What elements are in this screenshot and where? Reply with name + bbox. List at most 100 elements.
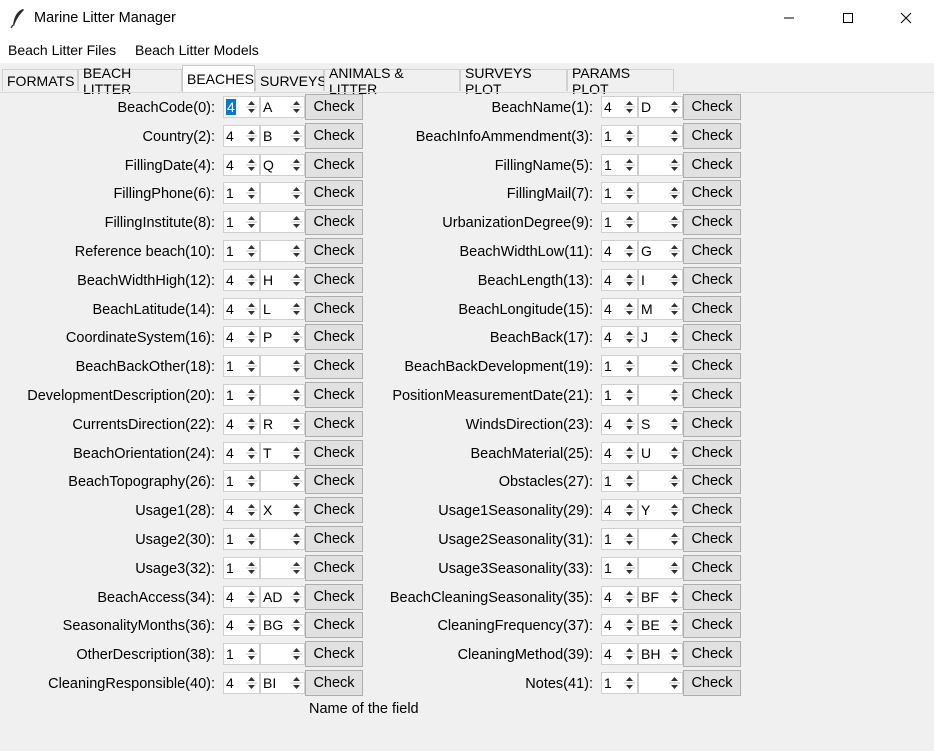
spin-arrows-icon[interactable]: [668, 559, 681, 577]
check-button[interactable]: Check: [683, 353, 741, 380]
row-number-spinbox[interactable]: 4: [601, 499, 638, 522]
spin-arrows-icon[interactable]: [623, 386, 636, 404]
tab-animals-litter[interactable]: ANIMALS & LITTER: [324, 65, 460, 97]
spin-arrows-icon[interactable]: [623, 501, 636, 519]
check-button[interactable]: Check: [683, 382, 741, 408]
row-number-spinbox[interactable]: 1: [601, 672, 638, 694]
column-letter-spinbox[interactable]: D: [638, 96, 683, 118]
check-button[interactable]: Check: [683, 554, 741, 581]
row-number-spinbox[interactable]: 4: [601, 441, 638, 464]
row-number-spinbox[interactable]: 4: [601, 240, 638, 262]
column-letter-spinbox[interactable]: [638, 384, 683, 406]
row-number-spinbox[interactable]: 1: [601, 124, 638, 147]
spin-arrows-icon[interactable]: [623, 328, 636, 346]
check-button[interactable]: Check: [683, 439, 741, 466]
spin-arrows-icon[interactable]: [668, 386, 681, 404]
row-number-spinbox[interactable]: 4: [601, 326, 638, 349]
spin-arrows-icon[interactable]: [623, 588, 636, 606]
column-letter-spinbox[interactable]: BH: [638, 643, 683, 666]
spin-arrows-icon[interactable]: [668, 328, 681, 346]
column-letter-spinbox[interactable]: [638, 470, 683, 493]
column-letter-spinbox[interactable]: J: [638, 326, 683, 349]
tab-params-plot[interactable]: PARAMS PLOT: [567, 65, 674, 97]
spin-arrows-icon[interactable]: [623, 674, 636, 692]
row-number-spinbox[interactable]: 4: [601, 297, 638, 320]
spin-arrows-icon[interactable]: [623, 184, 636, 202]
column-letter-spinbox[interactable]: U: [638, 441, 683, 464]
row-number-spinbox[interactable]: 1: [601, 211, 638, 234]
column-letter-spinbox[interactable]: [638, 528, 683, 550]
spin-arrows-icon[interactable]: [623, 98, 636, 116]
tab-beach-litter[interactable]: BEACH LITTER: [78, 65, 182, 97]
row-number-spinbox[interactable]: 1: [601, 355, 638, 378]
column-letter-spinbox[interactable]: M: [638, 297, 683, 320]
column-letter-spinbox[interactable]: [638, 672, 683, 694]
row-number-spinbox[interactable]: 1: [601, 528, 638, 550]
row-number-spinbox[interactable]: 1: [601, 384, 638, 406]
check-button[interactable]: Check: [683, 209, 741, 236]
spin-arrows-icon[interactable]: [668, 501, 681, 519]
row-number-spinbox[interactable]: 1: [601, 470, 638, 493]
column-letter-spinbox[interactable]: [638, 556, 683, 579]
row-number-spinbox[interactable]: 4: [601, 585, 638, 608]
row-number-spinbox[interactable]: 1: [601, 182, 638, 205]
check-button[interactable]: Check: [683, 612, 741, 639]
spin-arrows-icon[interactable]: [668, 444, 681, 462]
check-button[interactable]: Check: [683, 324, 741, 351]
maximize-button[interactable]: [819, 0, 877, 37]
spin-arrows-icon[interactable]: [623, 127, 636, 145]
column-letter-spinbox[interactable]: S: [638, 412, 683, 435]
spin-arrows-icon[interactable]: [668, 271, 681, 289]
check-button[interactable]: Check: [683, 295, 741, 322]
spin-arrows-icon[interactable]: [668, 415, 681, 433]
spin-arrows-icon[interactable]: [623, 156, 636, 174]
spin-arrows-icon[interactable]: [623, 213, 636, 231]
column-letter-spinbox[interactable]: [638, 124, 683, 147]
menu-beach-litter-models[interactable]: Beach Litter Models: [135, 42, 259, 58]
spin-arrows-icon[interactable]: [623, 300, 636, 318]
close-button[interactable]: [877, 0, 934, 37]
check-button[interactable]: Check: [683, 122, 741, 149]
check-button[interactable]: Check: [683, 497, 741, 524]
spin-arrows-icon[interactable]: [668, 127, 681, 145]
check-button[interactable]: Check: [683, 94, 741, 120]
spin-arrows-icon[interactable]: [668, 616, 681, 634]
tab-beaches[interactable]: BEACHES: [182, 65, 255, 92]
spin-arrows-icon[interactable]: [668, 242, 681, 260]
check-button[interactable]: Check: [683, 583, 741, 610]
spin-arrows-icon[interactable]: [623, 530, 636, 548]
minimize-button[interactable]: [760, 0, 818, 37]
column-letter-spinbox[interactable]: [638, 211, 683, 234]
column-letter-spinbox[interactable]: Y: [638, 499, 683, 522]
row-number-spinbox[interactable]: 4: [601, 643, 638, 666]
check-button[interactable]: Check: [683, 266, 741, 293]
column-letter-spinbox[interactable]: [638, 182, 683, 205]
spin-arrows-icon[interactable]: [623, 472, 636, 490]
spin-arrows-icon[interactable]: [623, 271, 636, 289]
check-button[interactable]: Check: [683, 468, 741, 495]
spin-arrows-icon[interactable]: [623, 444, 636, 462]
tab-surveys[interactable]: SURVEYS: [255, 69, 327, 91]
row-number-spinbox[interactable]: 4: [601, 268, 638, 291]
check-button[interactable]: Check: [683, 526, 741, 552]
spin-arrows-icon[interactable]: [668, 588, 681, 606]
spin-arrows-icon[interactable]: [668, 156, 681, 174]
column-letter-spinbox[interactable]: G: [638, 240, 683, 262]
check-button[interactable]: Check: [683, 670, 741, 696]
spin-arrows-icon[interactable]: [668, 98, 681, 116]
spin-arrows-icon[interactable]: [668, 184, 681, 202]
spin-arrows-icon[interactable]: [668, 357, 681, 375]
column-letter-spinbox[interactable]: I: [638, 268, 683, 291]
column-letter-spinbox[interactable]: BE: [638, 614, 683, 637]
row-number-spinbox[interactable]: 4: [601, 614, 638, 637]
spin-arrows-icon[interactable]: [668, 213, 681, 231]
row-number-spinbox[interactable]: 4: [601, 96, 638, 118]
spin-arrows-icon[interactable]: [623, 616, 636, 634]
menu-beach-litter-files[interactable]: Beach Litter Files: [8, 42, 116, 58]
spin-arrows-icon[interactable]: [623, 559, 636, 577]
spin-arrows-icon[interactable]: [623, 645, 636, 663]
column-letter-spinbox[interactable]: [638, 355, 683, 378]
check-button[interactable]: Check: [683, 410, 741, 437]
spin-arrows-icon[interactable]: [623, 242, 636, 260]
check-button[interactable]: Check: [683, 238, 741, 264]
